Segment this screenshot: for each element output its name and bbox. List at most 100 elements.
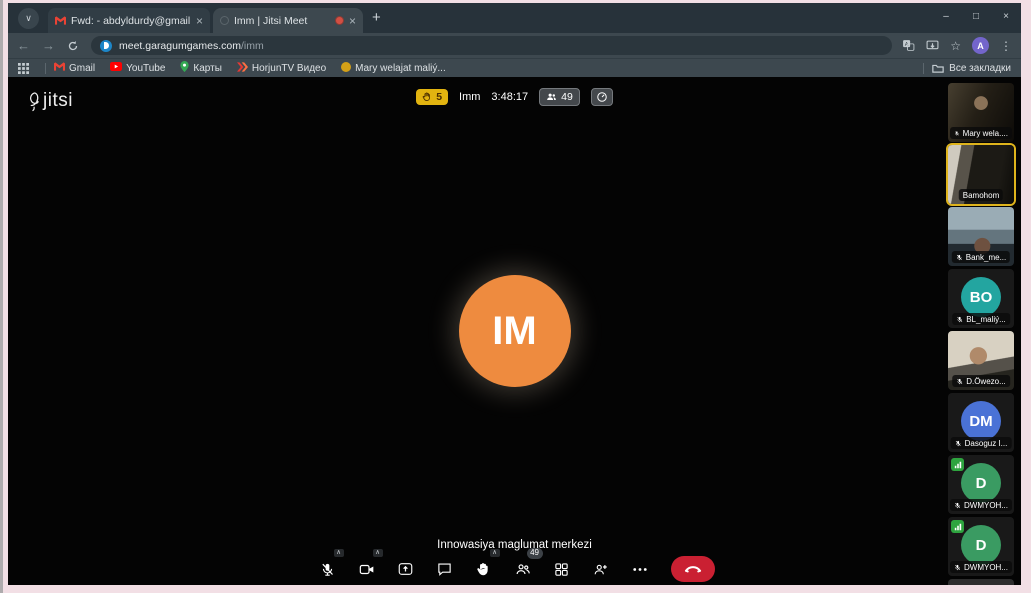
hand-options-chevron-icon[interactable]: ∧ (490, 549, 500, 558)
new-tab-button[interactable]: + (372, 9, 381, 26)
meeting-toolbar: ∧ ∧ ∧ (8, 556, 1021, 582)
raise-hand-button[interactable]: ∧ (471, 557, 497, 582)
mic-muted-icon (954, 564, 961, 571)
camera-button[interactable]: ∧ (354, 557, 380, 582)
close-tab-icon[interactable]: × (349, 14, 356, 28)
tab-label: Fwd: - abdyldurdy@gmail.com (71, 15, 191, 27)
bookmark-item[interactable]: Mary welajat maliý... (341, 62, 446, 75)
mic-muted-icon (954, 502, 961, 509)
microphone-button[interactable]: ∧ (315, 557, 341, 582)
participants-button[interactable]: 49 (510, 557, 536, 582)
back-button[interactable]: ← (17, 39, 30, 52)
minimize-button[interactable]: – (931, 3, 961, 29)
mic-muted-icon (956, 378, 963, 385)
tab-search-button[interactable]: ∨ (18, 8, 39, 29)
browser-window: ∨ Fwd: - abdyldurdy@gmail.com × Imm | Ji… (8, 3, 1021, 585)
stage-avatar: IM (459, 275, 571, 387)
bookmarks-bar: Gmail YouTube Карты HorjunTV Видео Mary wela… (8, 58, 1021, 77)
folder-icon (932, 63, 944, 73)
maps-icon (180, 61, 189, 75)
participant-tile[interactable]: DDWMYOH... (948, 455, 1014, 514)
conference-timer: 3:48:17 (491, 91, 528, 103)
site-favicon (100, 40, 112, 52)
participant-name-label: D.Öwezo... (952, 375, 1010, 387)
raise-hand-icon (476, 562, 491, 577)
all-bookmarks[interactable]: Все закладки (915, 63, 1011, 74)
bookmark-item[interactable]: Gmail (54, 62, 95, 74)
partial-participant-tile (948, 579, 1014, 585)
apps-grid-icon[interactable] (18, 63, 29, 74)
close-tab-icon[interactable]: × (196, 14, 203, 28)
connection-indicator-icon (951, 458, 964, 471)
bookmark-item[interactable]: Карты (180, 61, 222, 75)
camera-options-chevron-icon[interactable]: ∧ (373, 549, 383, 558)
bookmark-star-icon[interactable]: ☆ (950, 40, 961, 52)
divider (923, 63, 924, 74)
participant-tile[interactable]: Bank_me... (948, 207, 1014, 266)
chat-button[interactable] (432, 557, 458, 582)
filmstrip[interactable]: Mary wela.... Bamohom Bank_me...BOBL_maliý… (948, 83, 1014, 585)
menu-kebab-icon[interactable]: ⋮ (1000, 40, 1012, 52)
bookmark-item[interactable]: YouTube (110, 62, 165, 74)
raised-hands-badge[interactable]: 5 (416, 89, 448, 105)
all-bookmarks-label: Все закладки (949, 63, 1011, 74)
screen-share-button[interactable] (393, 557, 419, 582)
translate-icon[interactable]: A (902, 39, 915, 52)
participant-name: D.Öwezo... (966, 377, 1006, 386)
bookmarks-list: Gmail YouTube Карты HorjunTV Видео Mary wela… (54, 61, 446, 75)
tab-gmail[interactable]: Fwd: - abdyldurdy@gmail.com × (48, 8, 210, 33)
participants-icon (546, 92, 557, 102)
invite-button[interactable] (588, 557, 614, 582)
youtube-icon (110, 62, 122, 74)
bookmark-item[interactable]: HorjunTV Видео (237, 62, 326, 75)
tab-jitsi-meet[interactable]: Imm | Jitsi Meet × (213, 8, 363, 33)
participants-count-badge: 49 (527, 548, 543, 559)
raised-hands-count: 5 (436, 91, 442, 103)
media-recording-indicator-icon (335, 16, 344, 25)
more-actions-button[interactable] (627, 557, 653, 582)
install-icon[interactable] (926, 40, 939, 52)
maximize-button[interactable]: □ (961, 3, 991, 29)
gmail-icon (55, 16, 66, 25)
participant-name: Mary wela.... (963, 129, 1008, 138)
forward-button[interactable]: → (42, 39, 55, 52)
tile-view-button[interactable] (549, 557, 575, 582)
participant-tile[interactable]: Mary wela.... (948, 83, 1014, 142)
bookmark-label: YouTube (126, 63, 165, 74)
mic-muted-icon (956, 316, 963, 323)
participant-count: 49 (561, 91, 573, 103)
browser-toolbar: ← → meet.garagumgames.com/imm A ☆ A ⋮ (8, 33, 1021, 58)
participant-name-label: DWMYOH... (950, 561, 1012, 573)
participant-name-label: Dasoguz I... (951, 437, 1012, 449)
profile-avatar[interactable]: A (972, 37, 989, 54)
stage-display-name: Innowasiya maglumat merkezi (8, 539, 1021, 551)
more-dots-icon (633, 567, 647, 572)
mic-muted-icon (320, 562, 335, 577)
toolbar-right-icons: A ☆ A ⋮ (902, 37, 1012, 54)
performance-settings-button[interactable] (591, 88, 613, 106)
mic-options-chevron-icon[interactable]: ∧ (334, 549, 344, 558)
gmail-icon (54, 62, 65, 74)
divider (45, 63, 46, 74)
participant-tile[interactable]: Bamohom (948, 145, 1014, 204)
raised-hand-icon (422, 92, 432, 102)
participant-tile[interactable]: D.Öwezo... (948, 331, 1014, 390)
tab-strip: ∨ Fwd: - abdyldurdy@gmail.com × Imm | Ji… (8, 3, 1021, 33)
participant-tile[interactable]: DDWMYOH... (948, 517, 1014, 576)
participant-count-badge[interactable]: 49 (539, 88, 580, 106)
bookmark-label: HorjunTV Видео (252, 63, 326, 74)
stage-avatar-initials: IM (492, 309, 536, 354)
participant-avatar: DM (961, 401, 1001, 441)
participant-tile[interactable]: BOBL_maliý... (948, 269, 1014, 328)
mic-muted-icon (954, 130, 960, 137)
reload-button[interactable] (67, 40, 79, 52)
participant-name-label: BL_maliý... (952, 313, 1010, 325)
participant-name: Dasoguz I... (965, 439, 1008, 448)
hangup-button[interactable] (671, 556, 715, 582)
participant-name: Bamohom (963, 191, 999, 200)
close-button[interactable]: × (991, 3, 1021, 29)
participants-icon (515, 563, 531, 576)
participant-name: BL_maliý... (966, 315, 1006, 324)
participant-tile[interactable]: DMDasoguz I... (948, 393, 1014, 452)
address-bar[interactable]: meet.garagumgames.com/imm (91, 36, 892, 55)
